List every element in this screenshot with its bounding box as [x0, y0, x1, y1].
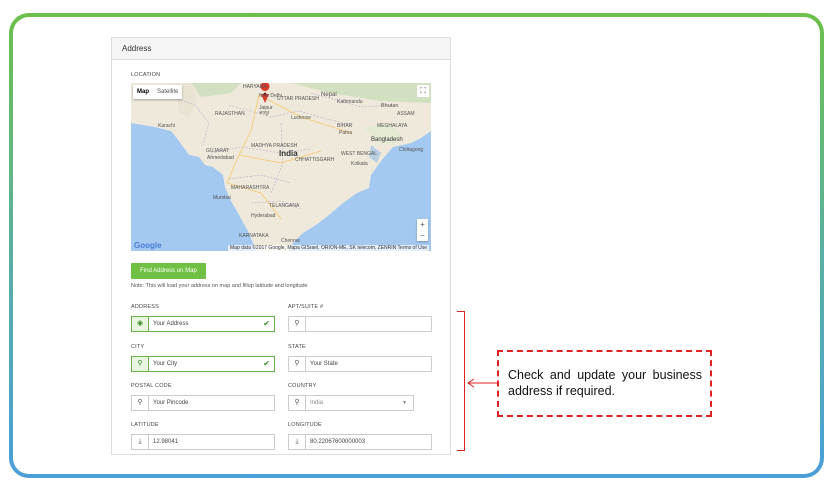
postal-value: Your Pincode — [153, 400, 189, 406]
map-note: Note: This will load your address on map… — [131, 283, 308, 289]
map-label: Kolkata — [351, 161, 368, 167]
country-label: COUNTRY — [288, 383, 317, 389]
city-field[interactable]: ⚲ Your City ✔ — [131, 356, 275, 372]
latitude-label: LATITUDE — [131, 422, 159, 428]
map-label: MAHARASHTRA — [231, 185, 270, 191]
coordinate-icon: ⤓ — [289, 435, 306, 449]
apt-label: APT/SUITE # — [288, 304, 324, 310]
latitude-field[interactable]: ⤓ 12.98041 — [131, 434, 275, 450]
map-pin-icon: ⚲ — [132, 396, 149, 410]
address-label: ADDRESS — [131, 304, 159, 310]
postal-field[interactable]: ⚲ Your Pincode — [131, 395, 275, 411]
address-field[interactable]: ◉ Your Address ✔ — [131, 316, 275, 332]
apt-field[interactable]: ⚲ — [288, 316, 432, 332]
map-label: ASSAM — [397, 111, 415, 117]
google-logo: Google — [134, 241, 162, 250]
annotation-bracket — [457, 311, 465, 451]
map-type-satellite-button[interactable]: Satellite — [153, 85, 182, 99]
map-label: Chittagong — [399, 147, 424, 153]
map-pin-icon: ⚲ — [289, 357, 306, 371]
city-value: Your City — [153, 361, 178, 367]
annotation-callout: Check and update your business address i… — [497, 350, 712, 417]
state-label: STATE — [288, 344, 306, 350]
map-label: Lucknow — [291, 115, 311, 121]
address-panel: Address LOCATION HARYANA New Delhi Jaipu… — [111, 37, 451, 455]
map-label: UTTAR PRADESH — [277, 96, 319, 102]
country-value: India — [310, 400, 324, 406]
longitude-value: 80.22067600000003 — [310, 439, 366, 445]
map-label: Mumbai — [213, 195, 231, 201]
country-select[interactable]: ⚲ India ▼ — [288, 395, 414, 411]
latitude-value: 12.98041 — [153, 439, 179, 445]
zoom-control: + − — [417, 219, 428, 241]
caret-down-icon: ▼ — [402, 400, 407, 406]
map-label: Bangladesh — [371, 137, 403, 143]
map-label: Karachi — [158, 123, 175, 129]
location-label: LOCATION — [131, 72, 161, 78]
map-attribution[interactable]: Map data ©2017 Google, Mapa GISrael, ORI… — [228, 245, 429, 251]
map-label: Chennai — [281, 238, 300, 244]
map-label: Nepal — [321, 92, 337, 98]
map-pin-icon: ⚲ — [132, 357, 149, 371]
zoom-out-button[interactable]: − — [417, 230, 428, 241]
map-label: MEGHALAYA — [377, 123, 408, 129]
map-type-control: Map Satellite — [133, 85, 183, 99]
city-label: CITY — [131, 344, 145, 350]
map-label: Patna — [339, 130, 353, 136]
map-label: KARNATAKA — [239, 233, 269, 239]
check-icon: ✔ — [263, 319, 270, 328]
map-label: Hyderabad — [251, 213, 276, 219]
map-label: GUJARAT — [206, 148, 229, 154]
longitude-label: LONGITUDE — [288, 422, 322, 428]
map-label: CHHATTISGARH — [295, 157, 335, 163]
map-label: HARYANA — [243, 84, 267, 90]
address-value: Your Address — [153, 321, 189, 327]
map-type-map-button[interactable]: Map — [133, 85, 153, 99]
map-label: Kathmandu — [337, 99, 363, 105]
map-pin-icon: ⚲ — [289, 396, 306, 410]
map-label: WEST BENGAL — [341, 151, 378, 157]
map-label: Ahmedabad — [207, 155, 234, 161]
coordinate-icon: ⤓ — [132, 435, 149, 449]
map-label: BIHAR — [337, 123, 353, 129]
fullscreen-icon[interactable]: ⛶ — [417, 85, 429, 97]
map-label: जयपुर — [259, 110, 270, 115]
map-view[interactable]: HARYANA New Delhi Jaipur जयपुर UTTAR PRA… — [131, 83, 431, 251]
longitude-field[interactable]: ⤓ 80.22067600000003 — [288, 434, 432, 450]
zoom-in-button[interactable]: + — [417, 219, 428, 230]
postal-label: POSTAL CODE — [131, 383, 172, 389]
annotation-arrow-icon — [467, 378, 498, 388]
find-address-button[interactable]: Find Address on Map — [131, 263, 206, 279]
map-label: Bhutan — [381, 103, 399, 109]
panel-title: Address — [112, 38, 450, 60]
check-icon: ✔ — [263, 359, 270, 368]
map-pin-icon: ⚲ — [289, 317, 306, 331]
globe-icon: ◉ — [132, 317, 149, 331]
state-field[interactable]: ⚲ Your State — [288, 356, 432, 372]
state-value: Your State — [310, 361, 338, 367]
map-label: TELANGANA — [269, 203, 300, 209]
map-label: RAJASTHAN — [215, 111, 245, 117]
